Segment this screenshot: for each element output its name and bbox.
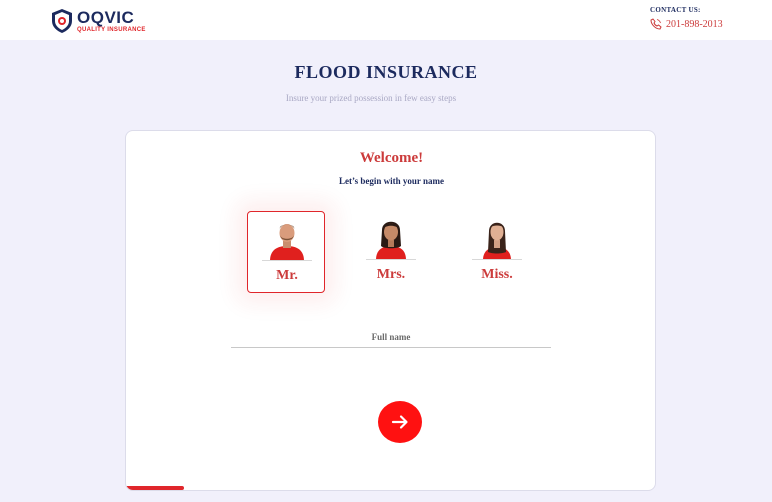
salutation-label: Miss.: [481, 267, 513, 282]
contact-block: CONTACT US: 201-898-2013: [650, 6, 760, 30]
progress-bar: [126, 486, 184, 490]
avatar-divider: [262, 260, 312, 261]
woman-avatar-icon: [376, 221, 406, 260]
full-name-field: [231, 327, 551, 348]
salutation-option-mrs[interactable]: Mrs.: [352, 211, 430, 293]
man-avatar-icon: [270, 224, 304, 261]
shield-logo-icon: [52, 9, 72, 33]
avatar-divider: [366, 259, 416, 260]
brand-tagline: QUALITY INSURANCE: [77, 27, 146, 33]
contact-phone-link[interactable]: 201-898-2013: [650, 18, 760, 30]
top-bar: OQVIC QUALITY INSURANCE CONTACT US: 201-…: [0, 0, 772, 40]
avatar-divider: [472, 259, 522, 260]
full-name-input[interactable]: [231, 327, 551, 348]
next-button[interactable]: [378, 401, 422, 443]
contact-label: CONTACT US:: [650, 6, 701, 14]
salutation-option-mr[interactable]: Mr.: [247, 211, 325, 293]
brand-name: OQVIC: [77, 8, 135, 27]
girl-avatar-icon: [483, 222, 511, 260]
phone-icon: [650, 18, 662, 30]
page-title: FLOOD INSURANCE: [294, 62, 478, 82]
brand-logo[interactable]: OQVIC QUALITY INSURANCE: [50, 7, 165, 35]
form-card: Welcome! Let’s begin with your name Mr.: [125, 130, 656, 491]
salutation-option-miss[interactable]: Miss.: [458, 211, 536, 293]
arrow-right-icon: [391, 415, 408, 429]
contact-phone: 201-898-2013: [666, 18, 723, 30]
page-subtitle: Insure your prized possession in few eas…: [285, 93, 457, 103]
salutation-label: Mrs.: [376, 267, 406, 282]
salutation-label: Mr.: [276, 268, 298, 283]
salutation-group: Mr. Mrs. Miss.: [126, 131, 655, 331]
